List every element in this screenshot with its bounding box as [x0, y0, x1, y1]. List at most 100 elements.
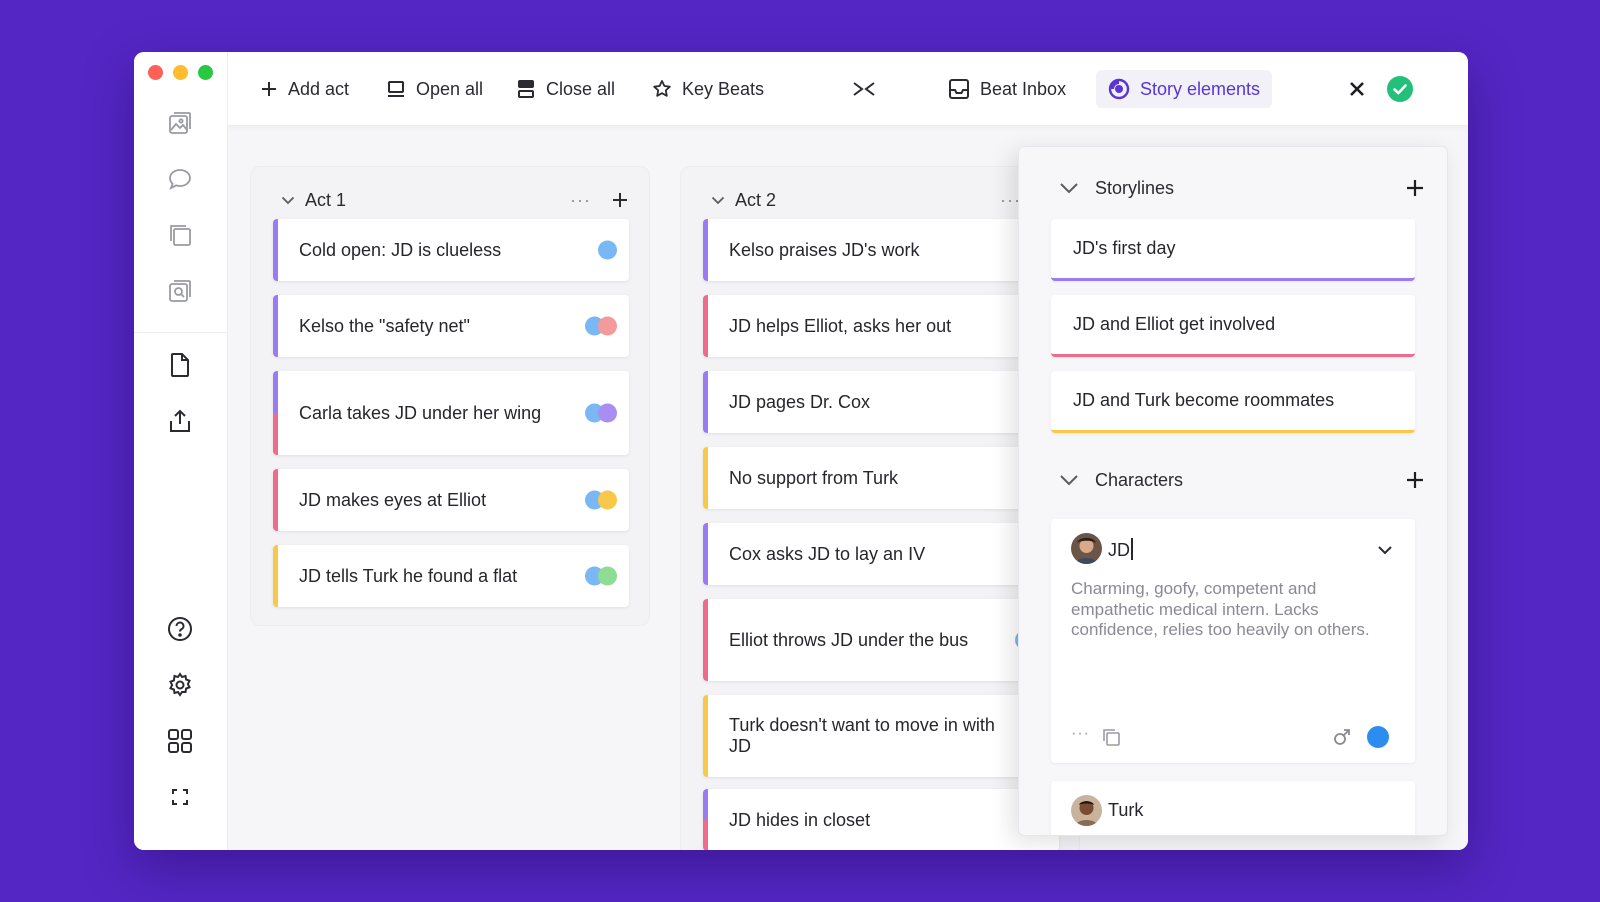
sidebar-divider	[134, 332, 228, 333]
beat-card[interactable]: Kelso the "safety net"	[273, 295, 629, 357]
storyline-color-bar	[703, 523, 708, 585]
storyline-title: JD's first day	[1073, 238, 1176, 258]
beat-card[interactable]: Elliot throws JD under the bus	[703, 599, 1059, 681]
beat-card[interactable]: JD helps Elliot, asks her out	[703, 295, 1059, 357]
storyline-title: JD and Turk become roommates	[1073, 390, 1335, 410]
fullscreen-icon[interactable]	[165, 782, 195, 812]
document-icon[interactable]	[165, 350, 195, 380]
storyline-color-bar	[703, 599, 708, 681]
storyline-item[interactable]: JD and Elliot get involved	[1051, 295, 1415, 357]
storyline-item[interactable]: JD and Turk become roommates	[1051, 371, 1415, 433]
help-icon[interactable]	[165, 614, 195, 644]
grid-icon[interactable]	[165, 726, 195, 756]
beat-title: Cox asks JD to lay an IV	[729, 543, 926, 564]
beat-card[interactable]: JD tells Turk he found a flat	[273, 545, 629, 607]
zoom-window-button[interactable]	[198, 65, 213, 80]
close-all-button[interactable]: Close all	[508, 70, 623, 108]
storyline-color-bar	[703, 789, 708, 850]
storylines-header: Storylines	[1059, 175, 1425, 201]
character-name-input[interactable]: JD	[1108, 538, 1133, 561]
storyline-color-bar	[703, 219, 708, 281]
story-elements-label: Story elements	[1140, 78, 1261, 99]
beat-title: JD tells Turk he found a flat	[299, 565, 518, 586]
character-dots	[598, 240, 617, 260]
character-name[interactable]: Turk	[1108, 800, 1143, 821]
character-card-turk[interactable]: Turk	[1051, 781, 1415, 835]
storyline-color-bar	[273, 371, 278, 455]
gender-male-icon[interactable]	[1333, 728, 1351, 746]
characters-title: Characters	[1095, 469, 1184, 490]
storylines-title: Storylines	[1095, 177, 1175, 198]
image-icon[interactable]	[165, 108, 195, 138]
storyline-color-bar	[703, 695, 708, 777]
story-elements-icon	[1108, 78, 1130, 100]
collapse-toggle-button[interactable]	[844, 70, 884, 108]
check-circle-icon	[1387, 76, 1413, 102]
app-window: Add act Open all Close all Key Beats Bea…	[134, 52, 1468, 850]
beat-card[interactable]: JD pages Dr. Cox	[703, 371, 1059, 433]
inbox-icon	[949, 79, 969, 99]
beat-card[interactable]: JD hides in closet	[703, 789, 1059, 850]
avatar	[1071, 795, 1102, 826]
beat-title: Cold open: JD is clueless	[299, 239, 502, 260]
beat-title: JD pages Dr. Cox	[729, 391, 871, 412]
act-header: Act 2 ···	[711, 187, 1059, 213]
storyline-color-bar	[273, 545, 278, 607]
avatar	[1071, 533, 1102, 564]
character-color-swatch[interactable]	[1367, 726, 1389, 748]
act-column: Act 1 ··· Cold open: JD is clueless Kelso t…	[250, 166, 650, 626]
beat-card[interactable]: Carla takes JD under her wing	[273, 371, 629, 455]
minimize-window-button[interactable]	[173, 65, 188, 80]
chat-bubble-icon[interactable]	[165, 164, 195, 194]
add-character-button[interactable]	[1405, 470, 1425, 490]
characters-header: Characters	[1059, 467, 1425, 493]
share-icon[interactable]	[165, 406, 195, 436]
open-all-label: Open all	[416, 78, 484, 99]
chevron-down-icon[interactable]	[1059, 474, 1079, 486]
close-icon	[1350, 82, 1364, 96]
sync-status[interactable]	[1386, 70, 1414, 108]
storyline-title: JD and Elliot get involved	[1073, 314, 1276, 334]
star-icon	[653, 80, 671, 97]
beat-card[interactable]: No support from Turk	[703, 447, 1059, 509]
character-card-jd[interactable]: JD Charming, goofy, competent and empath…	[1051, 519, 1415, 763]
copy-icon[interactable]	[165, 220, 195, 250]
beat-title: JD hides in closet	[729, 809, 871, 830]
story-elements-button[interactable]: Story elements	[1096, 70, 1273, 108]
beat-title: No support from Turk	[729, 467, 899, 488]
add-act-button[interactable]: Add act	[252, 70, 357, 108]
beat-title: Carla takes JD under her wing	[299, 402, 542, 423]
key-beats-label: Key Beats	[682, 78, 765, 99]
gear-icon[interactable]	[165, 670, 195, 700]
character-dots	[585, 316, 617, 336]
character-description[interactable]: Charming, goofy, competent and empatheti…	[1071, 579, 1371, 641]
storyline-color-bar	[703, 371, 708, 433]
beat-card[interactable]: Cold open: JD is clueless	[273, 219, 629, 281]
more-options-icon[interactable]: ···	[570, 190, 591, 211]
beat-card[interactable]: JD makes eyes at Elliot	[273, 469, 629, 531]
chevron-down-icon[interactable]	[1377, 545, 1393, 555]
chevron-down-icon[interactable]	[711, 196, 725, 205]
duplicate-icon[interactable]	[1101, 727, 1121, 747]
story-elements-panel: Storylines JD's first day JD and Elliot g…	[1018, 146, 1448, 836]
search-image-icon[interactable]	[165, 276, 195, 306]
storyline-item[interactable]: JD's first day	[1051, 219, 1415, 281]
beat-card[interactable]: Cox asks JD to lay an IV	[703, 523, 1059, 585]
key-beats-button[interactable]: Key Beats	[644, 70, 772, 108]
open-all-button[interactable]: Open all	[378, 70, 491, 108]
beat-card[interactable]: Kelso praises JD's work	[703, 219, 1059, 281]
chevron-down-icon[interactable]	[1059, 182, 1079, 194]
storyline-color-bar	[703, 447, 708, 509]
more-options-icon[interactable]: ···	[1071, 725, 1090, 743]
beat-inbox-button[interactable]: Beat Inbox	[940, 70, 1074, 108]
close-all-label: Close all	[546, 78, 616, 99]
act-title: Act 2	[735, 189, 777, 210]
chevron-down-icon[interactable]	[281, 196, 295, 205]
window-controls	[148, 65, 213, 80]
add-storyline-button[interactable]	[1405, 178, 1425, 198]
beat-card[interactable]: Turk doesn't want to move in with JD	[703, 695, 1059, 777]
sidebar	[134, 52, 228, 850]
close-window-button[interactable]	[148, 65, 163, 80]
add-beat-button[interactable]	[611, 191, 629, 209]
close-panel-button[interactable]	[1340, 70, 1374, 108]
